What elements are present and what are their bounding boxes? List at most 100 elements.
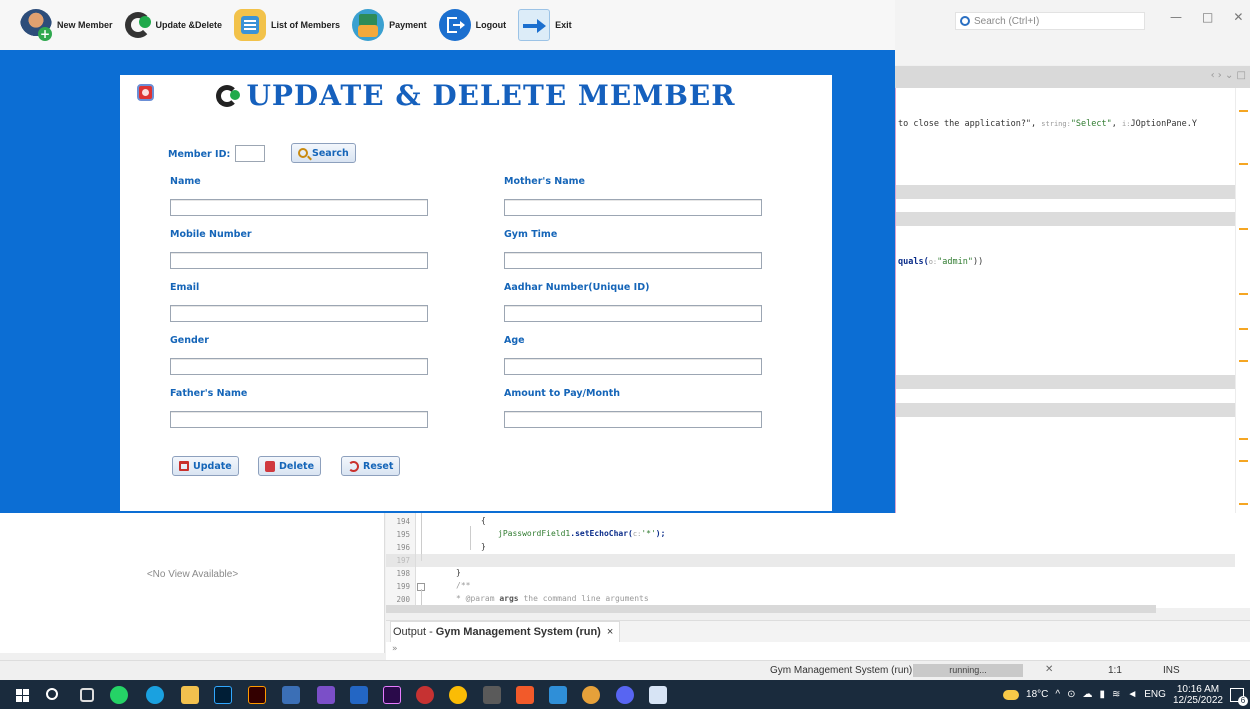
stripe-mark[interactable] xyxy=(1239,110,1248,112)
stripe-mark[interactable] xyxy=(1239,228,1248,230)
line-number: 195 xyxy=(396,530,410,539)
payment-label: Payment xyxy=(389,20,427,30)
output-tabbar: Output - Gym Management System (run) × xyxy=(386,620,1250,642)
notification-icon[interactable]: 6 xyxy=(1230,687,1248,706)
reset-button[interactable]: Reset xyxy=(341,456,401,476)
name-field[interactable] xyxy=(170,199,428,216)
discord-icon[interactable] xyxy=(616,686,634,704)
payment-button[interactable]: Payment xyxy=(352,4,427,46)
gym-time-label: Gym Time xyxy=(504,229,558,240)
app-icon[interactable] xyxy=(483,686,501,704)
list-of-members-button[interactable]: List of Members xyxy=(234,4,340,46)
file-explorer-icon[interactable] xyxy=(181,686,199,704)
chrome-icon[interactable] xyxy=(449,686,467,704)
mobile-number-field[interactable] xyxy=(170,252,428,269)
status-project: Gym Management System (run) xyxy=(770,665,913,676)
premiere-icon[interactable] xyxy=(383,686,401,704)
current-line-highlight xyxy=(386,554,1235,567)
gender-label: Gender xyxy=(170,335,209,346)
weather-icon[interactable] xyxy=(1003,689,1020,700)
line-number: 198 xyxy=(396,569,410,578)
code-comment: * @param args the command line arguments xyxy=(456,594,649,603)
ide-editor-tabbar: ‹ › ⌄ □ xyxy=(895,66,1250,88)
update-button[interactable]: Update xyxy=(172,456,239,476)
stripe-mark[interactable] xyxy=(1239,460,1248,462)
stripe-mark[interactable] xyxy=(1239,163,1248,165)
aadhar-number-label: Aadhar Number(Unique ID) xyxy=(504,282,650,293)
app-icon[interactable] xyxy=(282,686,300,704)
stripe-mark[interactable] xyxy=(1239,328,1248,330)
search-button-label: Search xyxy=(312,147,349,159)
windows-start-icon[interactable] xyxy=(14,686,32,704)
task-view-icon[interactable] xyxy=(80,688,94,702)
output-console[interactable] xyxy=(386,642,1250,660)
netbeans-icon[interactable] xyxy=(350,686,368,704)
reset-icon xyxy=(348,460,359,472)
money-icon xyxy=(352,9,385,41)
gym-time-field[interactable] xyxy=(504,252,762,269)
java-app-icon[interactable] xyxy=(649,686,667,704)
clock[interactable]: 10:16 AM 12/25/2022 xyxy=(1173,684,1223,706)
member-id-input[interactable] xyxy=(235,145,265,162)
tab-output[interactable]: Output - Gym Management System (run) × xyxy=(390,621,621,642)
code-text: } xyxy=(481,542,486,551)
amount-per-month-field[interactable] xyxy=(504,411,762,428)
cancel-task-icon[interactable]: ✕ xyxy=(1045,664,1053,675)
photoshop-icon[interactable] xyxy=(214,686,232,704)
app-icon[interactable] xyxy=(549,686,567,704)
horizontal-scrollbar[interactable] xyxy=(386,605,1156,613)
refresh-icon xyxy=(124,12,151,38)
list-of-members-label: List of Members xyxy=(271,20,341,30)
app-icon[interactable] xyxy=(582,686,600,704)
maximize-icon[interactable]: □ xyxy=(1202,10,1213,28)
amount-per-month-label: Amount to Pay/Month xyxy=(504,388,621,399)
system-tray: 18°C ^ ⊙ ☁ ▮ ≋ ◄ ENG 10:16 AM 12/25/2022… xyxy=(1003,680,1250,709)
age-field[interactable] xyxy=(504,358,762,375)
search-icon[interactable] xyxy=(46,688,58,700)
delete-button[interactable]: Delete xyxy=(258,456,322,476)
refresh-icon xyxy=(216,84,241,107)
whatsapp-icon[interactable] xyxy=(110,686,128,704)
code-text: { xyxy=(481,516,486,525)
close-icon[interactable]: ✕ xyxy=(1233,10,1243,28)
stripe-mark[interactable] xyxy=(1239,360,1248,362)
exit-button[interactable]: Exit xyxy=(518,4,572,46)
stripe-mark[interactable] xyxy=(1239,438,1248,440)
add-user-icon: + xyxy=(20,9,52,41)
app-icon[interactable] xyxy=(416,686,434,704)
delete-button-label: Delete xyxy=(279,460,315,472)
list-icon xyxy=(234,9,267,41)
dialog-title: UPDATE & DELETE MEMBER xyxy=(120,79,832,112)
search-button[interactable]: Search xyxy=(291,143,356,163)
cloud-icon[interactable]: ☁ xyxy=(1082,689,1092,700)
language-indicator[interactable]: ENG xyxy=(1144,689,1166,700)
battery-icon[interactable]: ▮ xyxy=(1099,689,1105,700)
mothers-name-field[interactable] xyxy=(504,199,762,216)
visual-studio-icon[interactable] xyxy=(317,686,335,704)
chevron-right-icon[interactable]: » xyxy=(392,644,398,654)
tab-nav-arrows-icon[interactable]: ‹ › ⌄ □ xyxy=(1211,70,1246,81)
stripe-mark[interactable] xyxy=(1239,293,1248,295)
network-icon[interactable]: ≋ xyxy=(1112,689,1120,700)
illustrator-icon[interactable] xyxy=(248,686,266,704)
tray-icon[interactable]: ⊙ xyxy=(1067,689,1075,700)
aadhar-number-field[interactable] xyxy=(504,305,762,322)
chevron-up-icon[interactable]: ^ xyxy=(1055,689,1060,700)
close-icon[interactable]: × xyxy=(607,626,613,638)
logout-button[interactable]: Logout xyxy=(438,4,506,46)
email-field[interactable] xyxy=(170,305,428,322)
fathers-name-field[interactable] xyxy=(170,411,428,428)
line-number: 194 xyxy=(396,517,410,526)
brave-icon[interactable] xyxy=(516,686,534,704)
new-member-button[interactable]: + New Member xyxy=(20,4,113,46)
gender-field[interactable] xyxy=(170,358,428,375)
edge-icon[interactable] xyxy=(146,686,164,704)
ide-search-input[interactable]: Search (Ctrl+I) xyxy=(955,12,1145,30)
speaker-icon[interactable]: ◄ xyxy=(1127,689,1137,700)
update-delete-button[interactable]: Update &Delete xyxy=(124,4,223,46)
stripe-mark[interactable] xyxy=(1239,503,1248,505)
minimize-icon[interactable]: — xyxy=(1170,10,1182,28)
search-icon xyxy=(298,148,308,158)
update-delete-label: Update &Delete xyxy=(155,20,223,30)
search-icon xyxy=(960,16,970,26)
